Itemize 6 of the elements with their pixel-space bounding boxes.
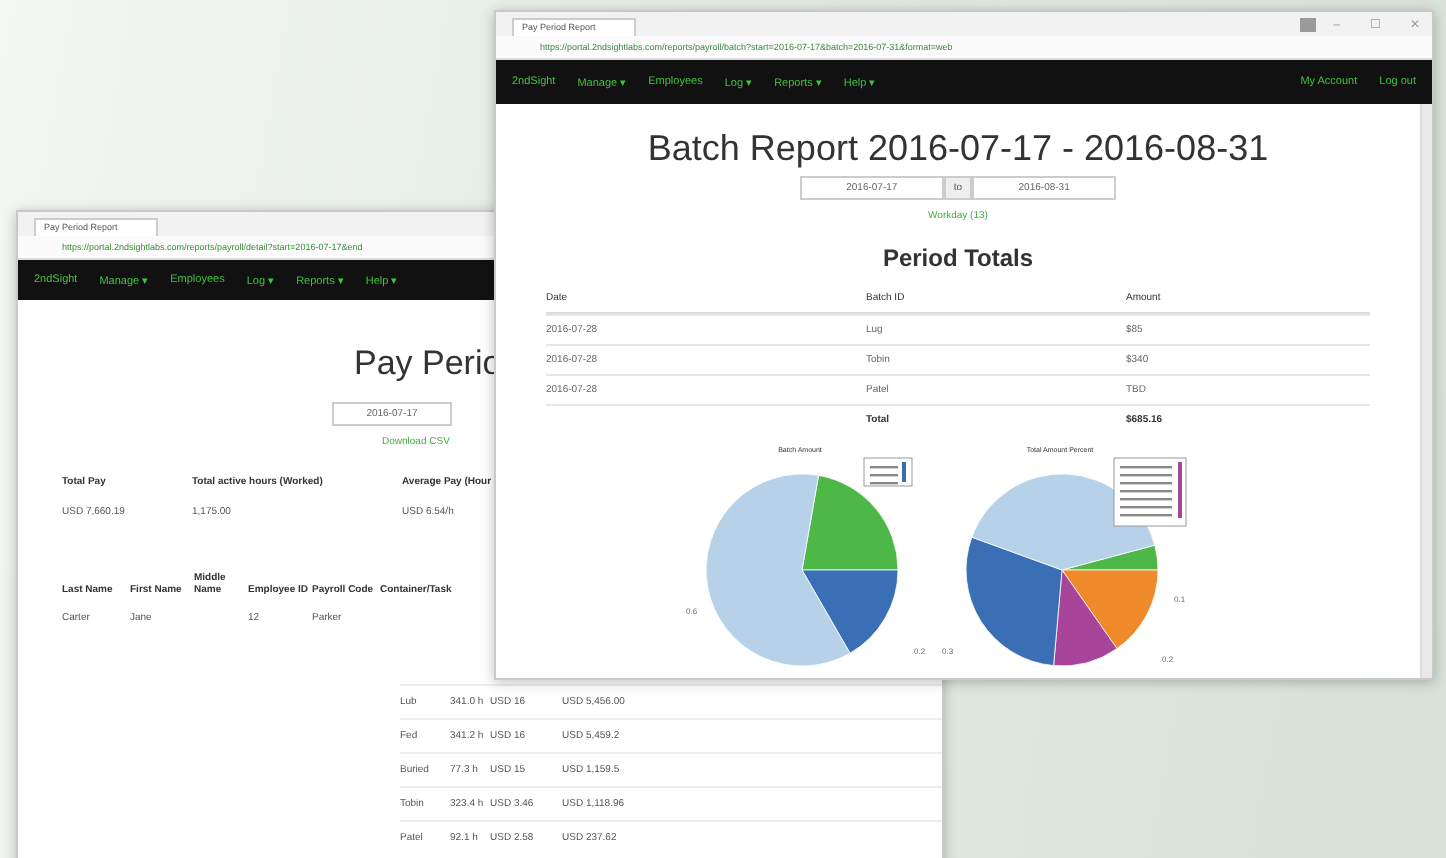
section-title: Period Totals bbox=[882, 244, 1034, 272]
page-title: Batch Report 2016-07-17 - 2016-08-31 bbox=[647, 128, 1269, 170]
user-icon[interactable] bbox=[1299, 18, 1316, 32]
chart-legend-drawing bbox=[1113, 457, 1187, 527]
scrollbar[interactable] bbox=[1420, 104, 1432, 678]
chart-legend-drawing bbox=[863, 457, 913, 487]
